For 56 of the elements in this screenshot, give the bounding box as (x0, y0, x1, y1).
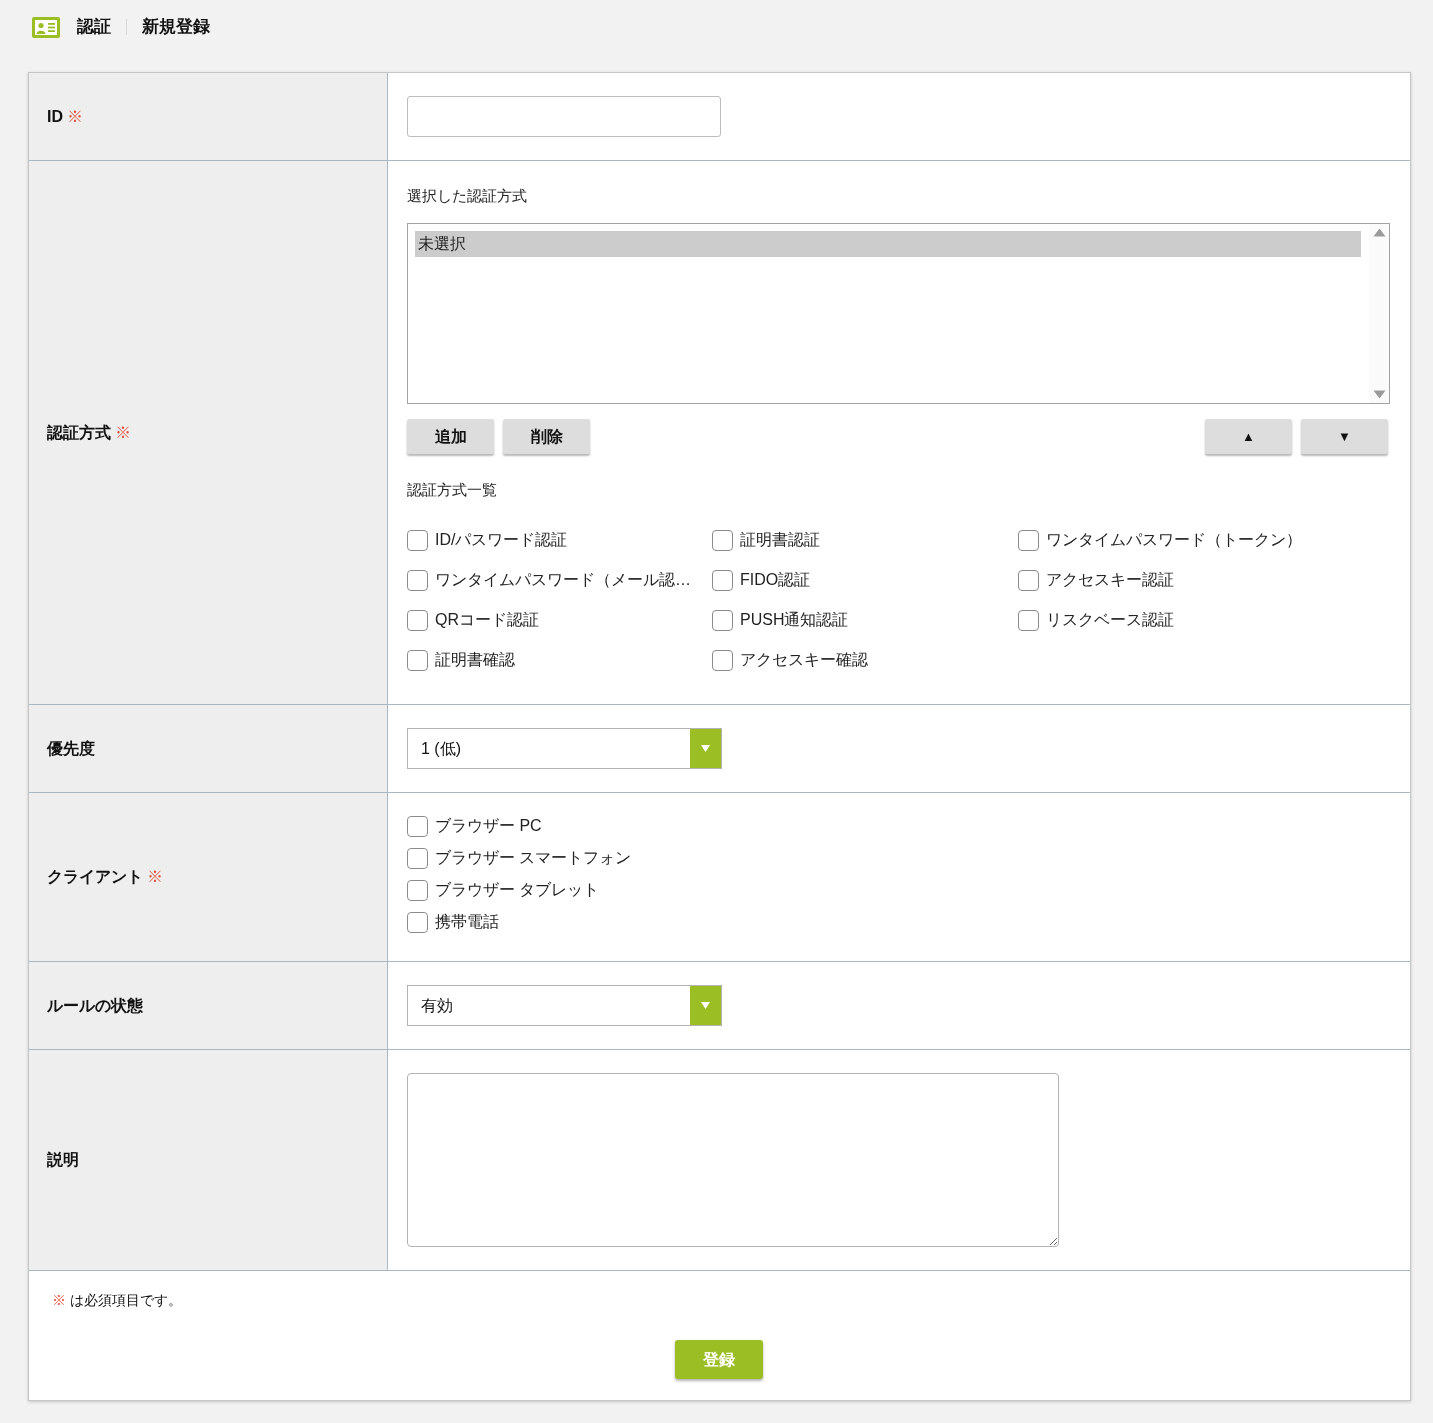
checkbox[interactable] (712, 569, 733, 591)
caret-down-icon (1372, 390, 1386, 399)
field-label: ルールの状態 (47, 995, 143, 1016)
list-button[interactable]: 追加 (407, 419, 494, 454)
move-button[interactable]: ▼ (1301, 419, 1388, 454)
checkbox-option[interactable]: リスクベース認証 (1018, 609, 1174, 631)
caret-down-icon (690, 986, 721, 1025)
page-title: 新規登録 (142, 16, 210, 38)
field-label: 認証方式 ※ (47, 422, 131, 443)
list-item[interactable]: 未選択 (415, 231, 1361, 257)
scrollbar[interactable] (1369, 224, 1389, 403)
field-label: クライアント ※ (47, 867, 163, 887)
checkbox[interactable] (1018, 569, 1039, 591)
section-caption: 認証方式一覧 (407, 480, 497, 500)
checkbox-option[interactable]: ブラウザー スマートフォン (407, 847, 632, 869)
checkbox-option[interactable]: ID/パスワード認証 (407, 529, 568, 551)
field-label: 優先度 (47, 738, 95, 759)
checkbox[interactable] (712, 649, 733, 671)
checkbox[interactable] (407, 911, 428, 933)
field-label: 説明 (47, 1150, 79, 1170)
breadcrumb-section: 認証 (77, 16, 111, 38)
caret-down-icon (690, 729, 721, 768)
checkbox[interactable] (1018, 529, 1039, 551)
list-box[interactable]: 未選択 (407, 223, 1390, 404)
id-card-icon (32, 16, 60, 38)
checkbox-option[interactable]: アクセスキー確認 (712, 649, 868, 671)
field-label: ID ※ (47, 106, 83, 127)
checkbox[interactable] (407, 569, 428, 591)
checkbox-option[interactable]: QRコード認証 (407, 609, 539, 631)
checkbox-option[interactable]: 証明書確認 (407, 649, 515, 671)
checkbox-option[interactable]: 証明書認証 (712, 529, 820, 551)
checkbox-option[interactable]: ブラウザー PC (407, 815, 542, 837)
checkbox[interactable] (407, 649, 428, 671)
section-caption: 選択した認証方式 (407, 186, 527, 206)
caret-up-icon (1372, 228, 1386, 237)
checkbox-option[interactable]: アクセスキー認証 (1018, 569, 1174, 591)
dropdown[interactable]: 1 (低) (407, 728, 722, 769)
checkbox-option[interactable]: PUSH通知認証 (712, 609, 849, 631)
checkbox[interactable] (1018, 609, 1039, 631)
checkbox-option[interactable]: FIDO認証 (712, 569, 811, 591)
input-field[interactable] (407, 96, 721, 137)
checkbox[interactable] (407, 847, 428, 869)
checkbox-option[interactable]: ワンタイムパスワード（トークン） (1018, 529, 1302, 551)
checkbox[interactable] (407, 879, 428, 901)
dropdown[interactable]: 有効 (407, 985, 722, 1026)
checkbox[interactable] (712, 529, 733, 551)
checkbox[interactable] (407, 529, 428, 551)
required-note: ※ は必須項目です。 (52, 1291, 182, 1309)
move-button[interactable]: ▲ (1205, 419, 1292, 454)
checkbox[interactable] (407, 609, 428, 631)
checkbox-option[interactable]: ワンタイムパスワード（メール認… (407, 569, 691, 591)
list-button[interactable]: 削除 (503, 419, 590, 454)
checkbox[interactable] (407, 815, 428, 837)
checkbox-option[interactable]: 携帯電話 (407, 911, 499, 933)
checkbox[interactable] (712, 609, 733, 631)
checkbox-option[interactable]: ブラウザー タブレット (407, 879, 600, 901)
